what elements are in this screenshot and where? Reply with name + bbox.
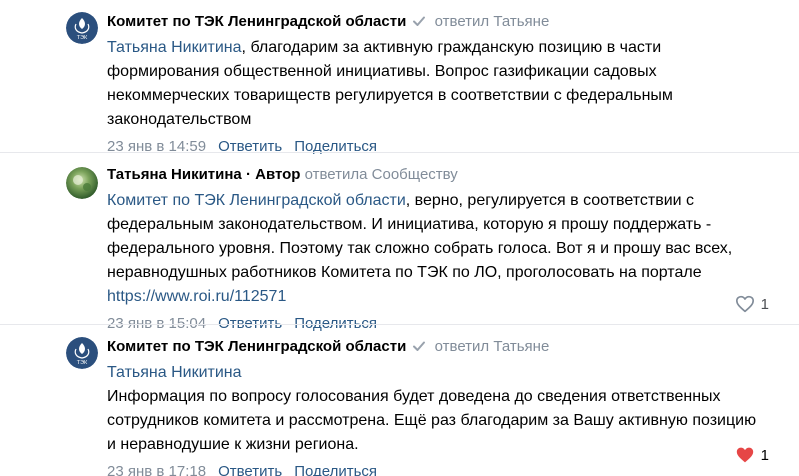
replied-to[interactable]: ответил Татьяне	[435, 338, 550, 355]
avatar[interactable]: ТЭК	[66, 337, 98, 369]
comment-date[interactable]: 23 янв в 17:18	[107, 463, 206, 476]
mention-link[interactable]: Комитет по ТЭК Ленинградской области	[107, 192, 406, 209]
author-name[interactable]: Татьяна Никитина	[107, 166, 242, 183]
author-name[interactable]: Комитет по ТЭК Ленинградской области	[107, 338, 406, 355]
verified-check-icon	[413, 341, 426, 351]
like-count: 1	[760, 295, 769, 313]
svg-text:ТЭК: ТЭК	[77, 360, 88, 366]
replied-to[interactable]: ответил Татьяне	[435, 13, 550, 30]
comment-text: Татьяна Никитина, благодарим за активную…	[107, 36, 769, 132]
user-photo-icon	[66, 167, 98, 199]
like-button[interactable]: 1	[735, 446, 769, 464]
avatar[interactable]: ТЭК	[66, 12, 98, 44]
replied-to[interactable]: ответила Сообществу	[305, 166, 458, 183]
comment-text: Комитет по ТЭК Ленинградской области, ве…	[107, 189, 769, 309]
comment-1: ТЭК Комитет по ТЭК Ленинградской области…	[0, 0, 799, 155]
comment-body: Информация по вопросу голосования будет …	[107, 388, 757, 453]
svg-text:ТЭК: ТЭК	[77, 35, 88, 41]
tek-logo-icon: ТЭК	[66, 12, 98, 44]
verified-check-icon	[413, 16, 426, 26]
author-role: · Автор	[241, 166, 301, 183]
external-link[interactable]: https://www.roi.ru/112571	[107, 288, 286, 305]
mention-link[interactable]: Татьяна Никитина	[107, 364, 242, 381]
mention-link[interactable]: Татьяна Никитина	[107, 39, 242, 56]
heart-outline-icon	[735, 295, 754, 313]
comment-2: Татьяна Никитина · Автор ответила Сообще…	[0, 152, 799, 332]
heart-filled-icon	[736, 447, 753, 463]
share-button[interactable]: Поделиться	[294, 463, 377, 476]
comment-3: ТЭК Комитет по ТЭК Ленинградской области…	[0, 324, 799, 476]
like-count: 1	[760, 446, 769, 464]
author-name[interactable]: Комитет по ТЭК Ленинградской области	[107, 13, 406, 30]
tek-logo-icon: ТЭК	[66, 337, 98, 369]
reply-button[interactable]: Ответить	[218, 463, 282, 476]
like-button[interactable]: 1	[735, 295, 769, 313]
avatar[interactable]	[66, 167, 98, 199]
comment-text: Татьяна Никитина Информация по вопросу го…	[107, 361, 769, 457]
